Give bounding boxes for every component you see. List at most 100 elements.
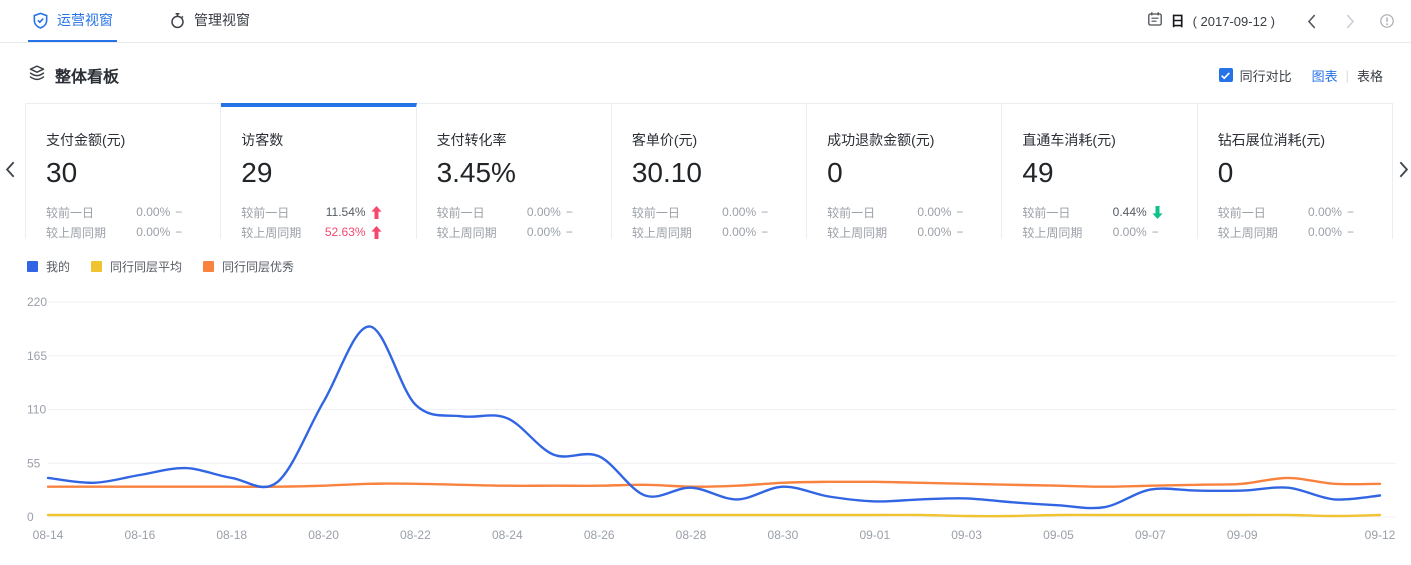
kpi-comparisons: 较前一日 0.00% − 较上周同期 0.00% − bbox=[827, 202, 1001, 242]
svg-text:09-05: 09-05 bbox=[1043, 528, 1074, 542]
trend-flat-dash: − bbox=[566, 225, 583, 239]
kpi-card[interactable]: 支付转化率 3.45% 较前一日 0.00% − 较上周同期 0.00% − bbox=[417, 103, 612, 239]
comparison-value: 0.00% bbox=[917, 225, 951, 239]
kpi-title: 客单价(元) bbox=[632, 130, 806, 150]
trend-flat-dash: − bbox=[566, 205, 583, 219]
date-controls: 日 ( 2017-09-12 ) bbox=[1147, 0, 1395, 42]
svg-text:09-01: 09-01 bbox=[859, 528, 890, 542]
kpi-title: 钻石展位消耗(元) bbox=[1218, 130, 1392, 150]
next-date-button[interactable] bbox=[1338, 14, 1363, 29]
kpi-carousel: 支付金额(元) 30 较前一日 0.00% − 较上周同期 0.00% − 访客… bbox=[0, 103, 1411, 239]
comparison-label: 较上周同期 bbox=[46, 224, 106, 241]
kpi-comparison-row: 较上周同期 0.00% − bbox=[46, 222, 192, 242]
kpi-value: 30.10 bbox=[632, 157, 806, 189]
svg-text:08-26: 08-26 bbox=[584, 528, 615, 542]
comparison-label: 较上周同期 bbox=[1218, 224, 1278, 241]
kpi-card[interactable]: 成功退款金额(元) 0 较前一日 0.00% − 较上周同期 0.00% − bbox=[807, 103, 1002, 239]
comparison-label: 较前一日 bbox=[827, 204, 875, 221]
kpi-title: 直通车消耗(元) bbox=[1022, 130, 1196, 150]
chart-legend: 我的 同行同层平均 同行同层优秀 bbox=[0, 260, 1411, 272]
trend-flat-dash: − bbox=[761, 225, 778, 239]
comparison-value: 11.54% bbox=[326, 205, 366, 219]
comparison-label: 较前一日 bbox=[1022, 204, 1070, 221]
shield-icon bbox=[32, 12, 49, 29]
kpi-card[interactable]: 直通车消耗(元) 49 较前一日 0.44% 较上周同期 0.00% − bbox=[1002, 103, 1197, 239]
nav-tabs: 运营视窗 管理视窗 bbox=[16, 0, 290, 42]
nav-tab-label: 管理视窗 bbox=[194, 10, 250, 30]
svg-text:08-22: 08-22 bbox=[400, 528, 431, 542]
date-granularity[interactable]: 日 bbox=[1171, 11, 1185, 31]
comparison-value: 0.00% bbox=[1308, 205, 1342, 219]
trend-chart[interactable]: 05511016522008-1408-1608-1808-2008-2208-… bbox=[0, 282, 1411, 564]
kpi-value: 49 bbox=[1022, 157, 1196, 189]
comparison-value: 52.63% bbox=[325, 225, 366, 239]
svg-text:09-09: 09-09 bbox=[1227, 528, 1258, 542]
comparison-value: 0.00% bbox=[722, 205, 756, 219]
nav-tab[interactable]: 管理视窗 bbox=[165, 0, 254, 42]
legend-label: 我的 bbox=[46, 258, 70, 275]
kpi-comparison-row: 较上周同期 0.00% − bbox=[827, 222, 973, 242]
chart-view-toggle[interactable]: 图表 bbox=[1312, 66, 1338, 85]
comparison-value: 0.00% bbox=[527, 225, 561, 239]
kpi-comparisons: 较前一日 0.44% 较上周同期 0.00% − bbox=[1022, 202, 1196, 242]
svg-text:08-16: 08-16 bbox=[125, 528, 156, 542]
trend-chart-svg[interactable]: 05511016522008-1408-1608-1808-2008-2208-… bbox=[0, 282, 1411, 564]
nav-tab-label: 运营视窗 bbox=[57, 10, 113, 30]
kpi-comparison-row: 较前一日 0.00% − bbox=[632, 202, 778, 222]
legend-item[interactable]: 同行同层平均 bbox=[91, 258, 182, 275]
board-header: 整体看板 同行对比 图表 | 表格 bbox=[0, 60, 1411, 90]
table-view-toggle[interactable]: 表格 bbox=[1357, 66, 1383, 85]
trend-flat-dash: − bbox=[956, 205, 973, 219]
legend-swatch bbox=[203, 261, 214, 272]
legend-label: 同行同层平均 bbox=[110, 258, 182, 275]
kpi-value: 29 bbox=[241, 157, 415, 189]
info-icon[interactable] bbox=[1379, 13, 1395, 29]
comparison-label: 较上周同期 bbox=[241, 224, 301, 241]
legend-item[interactable]: 我的 bbox=[27, 258, 70, 275]
kpi-comparison-row: 较前一日 0.00% − bbox=[46, 202, 192, 222]
trend-flat-dash: − bbox=[1347, 205, 1364, 219]
peer-compare-checkbox[interactable] bbox=[1219, 68, 1233, 82]
comparison-label: 较前一日 bbox=[437, 204, 485, 221]
svg-text:08-28: 08-28 bbox=[676, 528, 707, 542]
legend-swatch bbox=[91, 261, 102, 272]
kpi-value: 30 bbox=[46, 157, 220, 189]
kpi-title: 成功退款金额(元) bbox=[827, 130, 1001, 150]
comparison-label: 较前一日 bbox=[632, 204, 680, 221]
svg-text:09-12: 09-12 bbox=[1365, 528, 1396, 542]
legend-item[interactable]: 同行同层优秀 bbox=[203, 258, 294, 275]
comparison-value: 0.00% bbox=[722, 225, 756, 239]
trend-down-icon bbox=[1152, 206, 1169, 219]
svg-text:0: 0 bbox=[27, 510, 34, 524]
trend-flat-dash: − bbox=[175, 225, 192, 239]
comparison-value: 0.44% bbox=[1113, 205, 1147, 219]
kpi-comparison-row: 较上周同期 0.00% − bbox=[437, 222, 583, 242]
nav-tab[interactable]: 运营视窗 bbox=[28, 0, 117, 42]
kpi-card[interactable]: 客单价(元) 30.10 较前一日 0.00% − 较上周同期 0.00% − bbox=[612, 103, 807, 239]
svg-text:08-24: 08-24 bbox=[492, 528, 523, 542]
svg-text:09-07: 09-07 bbox=[1135, 528, 1166, 542]
peer-compare-label[interactable]: 同行对比 bbox=[1240, 66, 1292, 85]
date-picker[interactable]: 日 ( 2017-09-12 ) bbox=[1147, 11, 1275, 32]
kpi-card[interactable]: 支付金额(元) 30 较前一日 0.00% − 较上周同期 0.00% − bbox=[26, 103, 221, 239]
kpi-comparison-row: 较上周同期 0.00% − bbox=[1218, 222, 1364, 242]
trend-flat-dash: − bbox=[1152, 225, 1169, 239]
kpi-card[interactable]: 钻石展位消耗(元) 0 较前一日 0.00% − 较上周同期 0.00% − bbox=[1198, 103, 1393, 239]
carousel-prev-icon[interactable] bbox=[5, 161, 15, 183]
trend-up-icon bbox=[371, 206, 388, 219]
kpi-comparison-row: 较上周同期 0.00% − bbox=[1022, 222, 1168, 242]
top-nav: 运营视窗 管理视窗 日 ( 2017-09-12 ) bbox=[0, 0, 1411, 43]
kpi-comparisons: 较前一日 0.00% − 较上周同期 0.00% − bbox=[437, 202, 611, 242]
kpi-card[interactable]: 访客数 29 较前一日 11.54% 较上周同期 52.63% bbox=[221, 103, 416, 239]
kpi-title: 支付金额(元) bbox=[46, 130, 220, 150]
legend-swatch bbox=[27, 261, 38, 272]
calendar-icon[interactable] bbox=[1147, 11, 1163, 32]
comparison-label: 较上周同期 bbox=[437, 224, 497, 241]
comparison-label: 较上周同期 bbox=[827, 224, 887, 241]
carousel-next-icon[interactable] bbox=[1399, 161, 1409, 183]
trend-flat-dash: − bbox=[761, 205, 778, 219]
kpi-cards: 支付金额(元) 30 较前一日 0.00% − 较上周同期 0.00% − 访客… bbox=[25, 103, 1393, 239]
prev-date-button[interactable] bbox=[1299, 14, 1324, 29]
svg-text:09-03: 09-03 bbox=[951, 528, 982, 542]
comparison-value: 0.00% bbox=[527, 205, 561, 219]
